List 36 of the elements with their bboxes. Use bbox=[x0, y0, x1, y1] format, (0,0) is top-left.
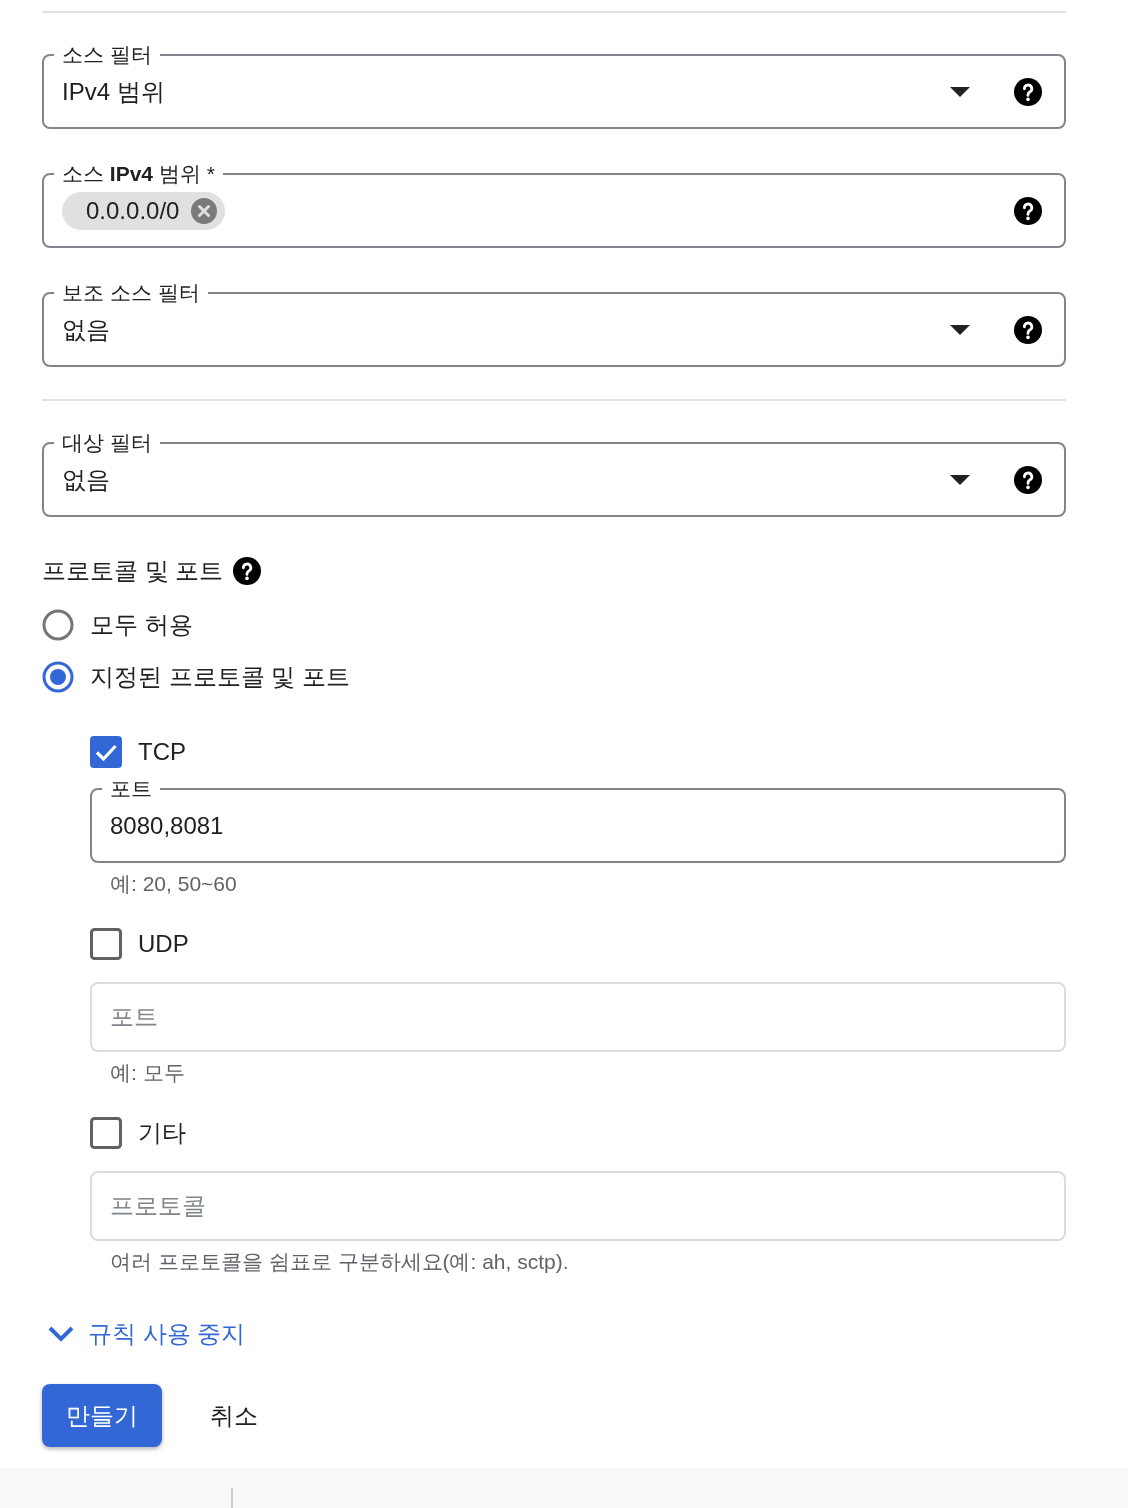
create-button[interactable]: 만들기 bbox=[42, 1384, 162, 1447]
field-label: 포트 bbox=[109, 776, 153, 802]
checkbox[interactable] bbox=[90, 736, 122, 768]
selected-value: 없음 bbox=[62, 465, 110, 495]
radio-button[interactable] bbox=[42, 661, 74, 693]
caret-down-icon[interactable] bbox=[950, 87, 970, 97]
helper-text: 예: 20, 50~60 bbox=[109, 871, 238, 897]
checkbox-label[interactable]: TCP bbox=[138, 737, 186, 767]
cancel-button[interactable]: 취소 bbox=[186, 1384, 282, 1447]
chevron-down-icon bbox=[47, 1325, 75, 1343]
section-title: 프로토콜 및 포트 bbox=[42, 556, 224, 586]
caret-down-icon[interactable] bbox=[950, 325, 970, 335]
field-label: 보조 소스 필터 bbox=[61, 280, 201, 306]
help-icon[interactable] bbox=[1014, 197, 1042, 225]
radio-label[interactable]: 모두 허용 bbox=[90, 610, 193, 640]
field-label: 소스 IPv4 범위 * bbox=[61, 161, 216, 187]
checkbox[interactable] bbox=[90, 928, 122, 960]
caret-down-icon[interactable] bbox=[950, 475, 970, 485]
help-icon[interactable] bbox=[1014, 316, 1042, 344]
selected-value: IPv4 범위 bbox=[62, 77, 165, 107]
field-label: 소스 필터 bbox=[61, 42, 153, 68]
expand-link[interactable]: 규칙 사용 중지 bbox=[42, 1316, 246, 1352]
field-label: 대상 필터 bbox=[61, 430, 153, 456]
checkbox-label[interactable]: UDP bbox=[138, 929, 189, 959]
remove-icon[interactable] bbox=[191, 198, 218, 224]
radio-label[interactable]: 지정된 프로토콜 및 포트 bbox=[90, 662, 350, 692]
help-icon[interactable] bbox=[233, 557, 262, 585]
help-icon[interactable] bbox=[1014, 466, 1042, 494]
ip-range-chip[interactable]: 0.0.0.0/0 bbox=[62, 192, 226, 230]
help-icon[interactable] bbox=[1014, 78, 1042, 106]
selected-value: 없음 bbox=[62, 315, 110, 345]
helper-text: 여러 프로토콜을 쉼표로 구분하세요(예: ah, sctp). bbox=[109, 1249, 570, 1275]
radio-button[interactable] bbox=[42, 609, 74, 641]
helper-text: 예: 모두 bbox=[109, 1060, 186, 1086]
checkbox[interactable] bbox=[90, 1117, 122, 1149]
checkbox-label[interactable]: 기타 bbox=[138, 1118, 186, 1148]
